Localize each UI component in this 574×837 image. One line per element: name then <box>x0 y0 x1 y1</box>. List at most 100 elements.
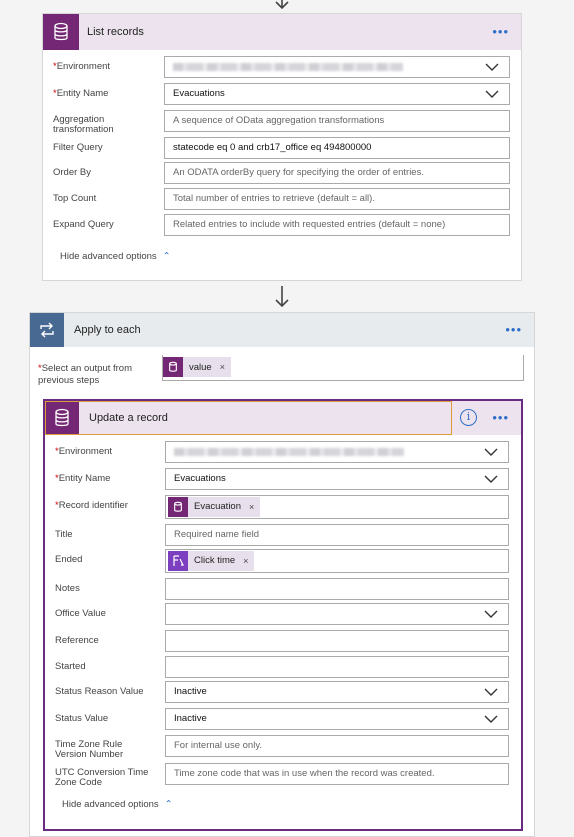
order-by-row: Order By An ODATA orderBy query for spec… <box>43 162 521 186</box>
time-zone-rule-label: Time Zone Rule Version Number <box>55 739 124 760</box>
entity-name-label: *Entity Name <box>53 88 109 99</box>
entity-name-row: *Entity Name Evacuations <box>43 83 521 107</box>
list-records-card: List records ••• *Environment *Entity Na… <box>42 13 522 281</box>
record-identifier-label: *Record identifier <box>55 500 128 511</box>
value-token-label: value <box>189 361 212 373</box>
chevron-down-icon <box>485 63 499 71</box>
notes-input[interactable] <box>165 578 509 600</box>
notes-label: Notes <box>55 583 80 594</box>
flow-arrow-top <box>272 0 292 14</box>
more-options-icon[interactable]: ••• <box>492 24 509 39</box>
time-zone-rule-input[interactable]: For internal use only. <box>165 735 509 757</box>
ended-input[interactable]: Click time × <box>165 549 509 573</box>
hide-advanced-label: Hide advanced options <box>60 251 157 262</box>
status-reason-dropdown[interactable]: Inactive <box>165 681 509 703</box>
notes-row: Notes <box>45 578 521 602</box>
chevron-up-icon: ⌃ <box>162 251 171 262</box>
remove-token-icon[interactable]: × <box>249 497 254 517</box>
click-time-token-label: Click time <box>194 555 236 566</box>
reference-label: Reference <box>55 635 99 646</box>
chevron-up-icon: ⌃ <box>164 799 173 810</box>
filter-query-row: Filter Query statecode eq 0 and crb17_of… <box>43 137 521 161</box>
reference-row: Reference <box>45 630 521 654</box>
chevron-down-icon <box>484 448 498 456</box>
database-icon <box>168 497 188 517</box>
entity-name-row: *Entity Name Evacuations <box>45 468 521 492</box>
environment-row: *Environment <box>45 441 521 465</box>
database-icon <box>163 357 183 377</box>
status-value-dropdown[interactable]: Inactive <box>165 708 509 730</box>
status-value-label: Status Value <box>55 713 109 724</box>
loop-icon <box>30 313 64 347</box>
filter-query-input[interactable]: statecode eq 0 and crb17_office eq 49480… <box>164 137 510 159</box>
database-icon <box>43 14 79 50</box>
office-value-dropdown[interactable] <box>165 603 509 625</box>
office-value-row: Office Value <box>45 603 521 627</box>
entity-name-dropdown[interactable]: Evacuations <box>165 468 509 490</box>
status-reason-value: Inactive <box>174 686 207 697</box>
value-token[interactable]: value × <box>163 357 231 377</box>
reference-input[interactable] <box>165 630 509 652</box>
ended-row: Ended Click time × <box>45 549 521 573</box>
started-row: Started <box>45 656 521 680</box>
entity-name-dropdown[interactable]: Evacuations <box>164 83 510 105</box>
started-label: Started <box>55 661 86 672</box>
apply-to-each-header[interactable]: Apply to each ••• <box>30 313 534 347</box>
database-icon <box>45 401 79 435</box>
select-output-input[interactable]: value × <box>162 355 524 381</box>
office-value-label: Office Value <box>55 608 106 619</box>
flow-arrow-middle <box>272 286 292 308</box>
status-value-value: Inactive <box>174 713 207 724</box>
update-record-card: Update a record i ••• *Environment *Enti… <box>43 399 523 831</box>
aggregation-row: Aggregation transformation A sequence of… <box>43 110 521 135</box>
update-record-header[interactable]: Update a record i ••• <box>45 401 521 435</box>
select-output-label: *Select an output from previous steps <box>38 363 133 386</box>
chevron-down-icon <box>485 90 499 98</box>
environment-label: *Environment <box>55 446 113 457</box>
redacted-environment-value <box>173 63 403 71</box>
environment-label: *Environment <box>53 61 111 72</box>
top-count-input[interactable]: Total number of entries to retrieve (def… <box>164 188 510 210</box>
flow-button-icon <box>168 551 188 571</box>
entity-name-value: Evacuations <box>173 88 225 99</box>
chevron-down-icon <box>484 688 498 696</box>
remove-token-icon[interactable]: × <box>220 362 225 372</box>
aggregation-input[interactable]: A sequence of OData aggregation transfor… <box>164 110 510 132</box>
expand-query-input[interactable]: Related entries to include with requeste… <box>164 214 510 236</box>
click-time-token[interactable]: Click time × <box>168 551 255 571</box>
utc-conversion-input[interactable]: Time zone code that was in use when the … <box>165 763 509 785</box>
environment-dropdown[interactable] <box>164 56 510 78</box>
order-by-input[interactable]: An ODATA orderBy query for specifying th… <box>164 162 510 184</box>
filter-query-label: Filter Query <box>53 142 103 153</box>
top-count-row: Top Count Total number of entries to ret… <box>43 188 521 212</box>
utc-conversion-label: UTC Conversion Time Zone Code <box>55 767 149 788</box>
info-icon[interactable]: i <box>460 409 477 426</box>
record-identifier-row: *Record identifier Evacuation × <box>45 495 521 519</box>
order-by-label: Order By <box>53 167 92 178</box>
environment-row: *Environment <box>43 56 521 80</box>
more-options-icon[interactable]: ••• <box>492 410 509 425</box>
utc-conversion-row: UTC Conversion Time Zone Code Time zone … <box>45 763 521 788</box>
list-records-title: List records <box>87 26 144 38</box>
entity-name-label: *Entity Name <box>55 473 111 484</box>
time-zone-rule-row: Time Zone Rule Version Number For intern… <box>45 735 521 760</box>
hide-advanced-options-link[interactable]: Hide advanced options ⌃ <box>62 799 173 810</box>
record-identifier-input[interactable]: Evacuation × <box>165 495 509 519</box>
redacted-environment-value <box>174 448 404 456</box>
environment-dropdown[interactable] <box>165 441 509 463</box>
top-count-label: Top Count <box>53 193 97 204</box>
status-value-row: Status Value Inactive <box>45 708 521 732</box>
hide-advanced-options-link[interactable]: Hide advanced options ⌃ <box>60 251 171 262</box>
hide-advanced-label: Hide advanced options <box>62 799 159 810</box>
evacuation-token[interactable]: Evacuation × <box>168 497 261 517</box>
remove-token-icon[interactable]: × <box>243 551 248 571</box>
title-input[interactable]: Required name field <box>165 524 509 546</box>
started-input[interactable] <box>165 656 509 678</box>
update-record-title: Update a record <box>89 412 168 424</box>
expand-query-label: Expand Query <box>53 219 114 230</box>
aggregation-label: Aggregation transformation <box>53 114 114 135</box>
list-records-header[interactable]: List records ••• <box>43 14 521 50</box>
apply-to-each-card: Apply to each ••• *Select an output from… <box>29 312 535 837</box>
status-reason-row: Status Reason Value Inactive <box>45 681 521 705</box>
more-options-icon[interactable]: ••• <box>505 322 522 337</box>
